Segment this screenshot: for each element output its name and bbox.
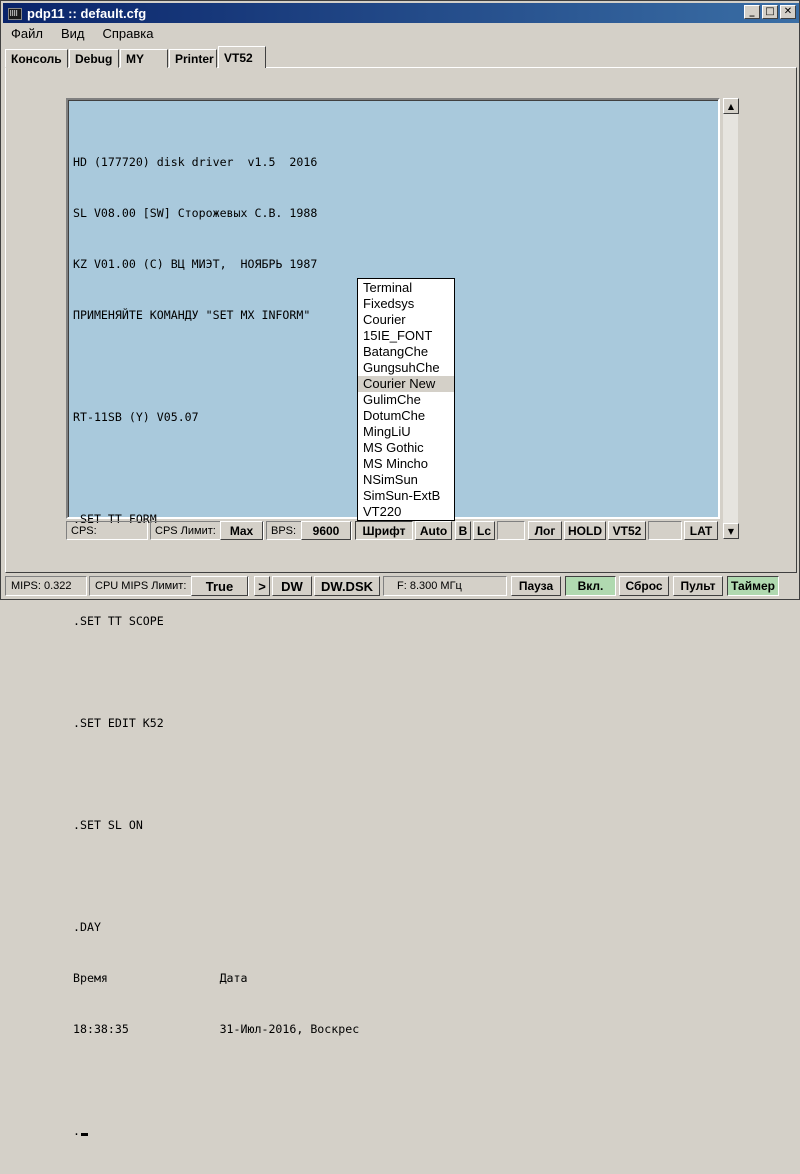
font-button[interactable]: Шрифт <box>355 521 413 540</box>
panel-button[interactable]: Пульт <box>673 576 723 596</box>
terminal-line: 18:38:35 31-Июл-2016, Воскрес <box>73 1022 360 1036</box>
lat-button[interactable]: LAT <box>684 521 718 540</box>
font-option-courier-new[interactable]: Courier New <box>358 376 454 392</box>
maximize-button[interactable]: □ <box>762 5 778 19</box>
menu-help[interactable]: Справка <box>95 26 164 41</box>
terminal-output: HD (177720) disk driver v1.5 2016 SL V08… <box>73 120 359 1174</box>
font-option-vt220[interactable]: VT220 <box>358 504 454 520</box>
vertical-scrollbar[interactable]: ▲ ▼ <box>722 98 739 539</box>
log-button[interactable]: Лог <box>528 521 562 540</box>
close-button[interactable]: ✕ <box>780 5 796 19</box>
font-option-terminal[interactable]: Terminal <box>358 280 454 296</box>
terminal-line: HD (177720) disk driver v1.5 2016 <box>73 155 318 169</box>
font-option-fixedsys[interactable]: Fixedsys <box>358 296 454 312</box>
terminal-line: .SET SL ON <box>73 818 143 832</box>
title-bar[interactable]: pdp11 :: default.cfg _ □ ✕ <box>3 3 799 23</box>
terminal-line: .DAY <box>73 920 101 934</box>
terminal-line: ПРИМЕНЯЙТЕ КОМАНДУ "SET MX INFORM" <box>73 308 311 322</box>
b-button[interactable]: B <box>455 521 471 540</box>
menu-file[interactable]: Файл <box>3 26 53 41</box>
reset-button[interactable]: Сброс <box>619 576 669 596</box>
cps-limit-button[interactable]: Max <box>220 521 263 540</box>
maximize-icon: □ <box>765 6 775 17</box>
font-option-simsun-extb[interactable]: SimSun-ExtB <box>358 488 454 504</box>
terminal-prompt-line: . <box>73 1123 359 1140</box>
window-controls: _ □ ✕ <box>742 5 796 19</box>
arrow-up-icon: ▲ <box>727 101 735 111</box>
bps-label: BPS: <box>271 524 297 537</box>
app-icon <box>6 5 22 21</box>
minimize-button[interactable]: _ <box>744 5 760 19</box>
hold-button[interactable]: HOLD <box>564 521 606 540</box>
font-option-gungsuhche[interactable]: GungsuhChe <box>358 360 454 376</box>
scroll-down-button[interactable]: ▼ <box>723 523 739 539</box>
cps-display: CPS: <box>66 521 148 540</box>
bottom-status-bar: MIPS: 0.322 CPU MIPS Лимит: True > DW DW… <box>3 575 799 597</box>
tab-console[interactable]: Консоль <box>5 49 68 68</box>
status-spacer-2 <box>648 521 682 540</box>
lc-button[interactable]: Lc <box>473 521 495 540</box>
mips-display: MIPS: 0.322 <box>5 576 87 596</box>
font-option-dotumche[interactable]: DotumChe <box>358 408 454 424</box>
power-on-button[interactable]: Вкл. <box>565 576 616 596</box>
minimize-icon: _ <box>749 6 755 17</box>
window-title: pdp11 :: default.cfg <box>27 5 147 21</box>
close-icon: ✕ <box>783 6 793 17</box>
menu-view[interactable]: Вид <box>53 26 95 41</box>
font-option-courier[interactable]: Courier <box>358 312 454 328</box>
text-cursor <box>80 1133 88 1136</box>
font-option-mingliu[interactable]: MingLiU <box>358 424 454 440</box>
dw-dsk-button[interactable]: DW.DSK <box>314 576 380 596</box>
tab-vt52[interactable]: VT52 <box>218 46 266 68</box>
menu-bar: Файл Вид Справка <box>3 24 164 43</box>
terminal-line: RT-11SB (Y) V05.07 <box>73 410 199 424</box>
bps-button[interactable]: 9600 <box>301 521 351 540</box>
terminal-line: SL V08.00 [SW] Сторожевых С.В. 1988 <box>73 206 318 220</box>
tab-strip: Консоль Debug MY Printer VT52 <box>5 46 267 68</box>
frequency-label: F: 8.300 МГц <box>397 580 462 592</box>
timer-button[interactable]: Таймер <box>727 576 779 596</box>
cpu-limit-button[interactable]: True <box>191 576 248 596</box>
tab-printer[interactable]: Printer <box>169 49 217 68</box>
terminal-line: Время Дата <box>73 971 248 985</box>
main-window: pdp11 :: default.cfg _ □ ✕ Файл Вид Спра… <box>0 0 800 1138</box>
status-spacer <box>497 521 525 540</box>
terminal-prompt: . <box>73 1124 80 1138</box>
cps-limit-label: CPS Лимит: <box>155 524 216 537</box>
terminal-line: .SET TT SCOPE <box>73 614 164 628</box>
font-option-gulimche[interactable]: GulimChe <box>358 392 454 408</box>
pause-button[interactable]: Пауза <box>511 576 561 596</box>
terminal-line: KZ V01.00 (C) ВЦ МИЭТ, НОЯБРЬ 1987 <box>73 257 318 271</box>
arrow-down-icon: ▼ <box>727 526 735 536</box>
frequency-display: F: 8.300 МГц <box>383 576 507 596</box>
auto-button[interactable]: Auto <box>415 521 452 540</box>
vt52-button[interactable]: VT52 <box>608 521 646 540</box>
font-option-15ie-font[interactable]: 15IE_FONT <box>358 328 454 344</box>
tab-debug[interactable]: Debug <box>69 49 119 68</box>
dw-button[interactable]: DW <box>272 576 312 596</box>
cpu-limit-label: CPU MIPS Лимит: <box>95 580 187 592</box>
font-option-nsimsun[interactable]: NSimSun <box>358 472 454 488</box>
font-option-ms-gothic[interactable]: MS Gothic <box>358 440 454 456</box>
font-option-batangche[interactable]: BatangChe <box>358 344 454 360</box>
font-option-ms-mincho[interactable]: MS Mincho <box>358 456 454 472</box>
terminal-line: .SET EDIT K52 <box>73 716 164 730</box>
tab-my[interactable]: MY <box>120 49 168 68</box>
terminal-status-bar: CPS: CPS Лимит: Max BPS: 9600 Шрифт Auto… <box>66 521 720 540</box>
font-dropdown: Terminal Fixedsys Courier 15IE_FONT Bata… <box>357 278 455 521</box>
arrow-button[interactable]: > <box>254 576 270 596</box>
scroll-up-button[interactable]: ▲ <box>723 98 739 114</box>
